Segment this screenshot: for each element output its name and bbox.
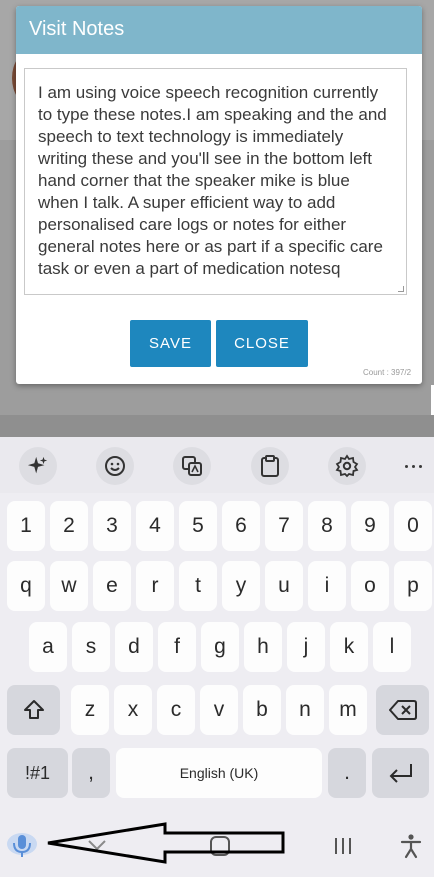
key-e[interactable]: e xyxy=(93,561,131,611)
key-w[interactable]: w xyxy=(50,561,88,611)
key-9[interactable]: 9 xyxy=(351,501,389,551)
visit-notes-dialog: Visit Notes I am using voice speech reco… xyxy=(16,6,422,384)
key-5[interactable]: 5 xyxy=(179,501,217,551)
period-key[interactable]: . xyxy=(328,748,366,798)
key-0[interactable]: 0 xyxy=(394,501,432,551)
key-4[interactable]: 4 xyxy=(136,501,174,551)
resize-handle[interactable] xyxy=(398,286,404,292)
microphone-icon[interactable] xyxy=(4,830,40,862)
key-8[interactable]: 8 xyxy=(308,501,346,551)
key-b[interactable]: b xyxy=(243,685,281,735)
more-icon[interactable] xyxy=(395,447,431,485)
close-button[interactable]: CLOSE xyxy=(216,320,308,367)
key-n[interactable]: n xyxy=(286,685,324,735)
key-k[interactable]: k xyxy=(330,622,368,672)
enter-icon xyxy=(389,764,412,783)
key-c[interactable]: c xyxy=(157,685,195,735)
key-d[interactable]: d xyxy=(115,622,153,672)
keyboard-toolbar xyxy=(0,437,434,493)
key-7[interactable]: 7 xyxy=(265,501,303,551)
character-count: Count : 397/2 xyxy=(363,368,412,377)
onscreen-keyboard: 1 2 3 4 5 6 7 8 9 0 q w e r t y u i o p … xyxy=(0,437,434,877)
backspace-icon xyxy=(388,700,417,720)
shift-key[interactable] xyxy=(7,685,60,735)
key-h[interactable]: h xyxy=(244,622,282,672)
enter-key[interactable] xyxy=(372,748,429,798)
home-icon[interactable] xyxy=(205,832,235,860)
recents-icon[interactable] xyxy=(328,832,358,860)
save-button[interactable]: SAVE xyxy=(130,320,211,367)
symbols-key[interactable]: !#1 xyxy=(7,748,68,798)
notes-textarea[interactable]: I am using voice speech recognition curr… xyxy=(24,68,407,295)
settings-icon[interactable] xyxy=(328,447,366,485)
keyboard-hide-icon[interactable] xyxy=(82,832,112,858)
key-t[interactable]: t xyxy=(179,561,217,611)
key-p[interactable]: p xyxy=(394,561,432,611)
key-f[interactable]: f xyxy=(158,622,196,672)
key-s[interactable]: s xyxy=(72,622,110,672)
key-a[interactable]: a xyxy=(29,622,67,672)
key-i[interactable]: i xyxy=(308,561,346,611)
key-6[interactable]: 6 xyxy=(222,501,260,551)
key-x[interactable]: x xyxy=(114,685,152,735)
shift-icon xyxy=(23,700,44,719)
key-m[interactable]: m xyxy=(329,685,367,735)
translate-icon[interactable] xyxy=(173,447,211,485)
key-q[interactable]: q xyxy=(7,561,45,611)
key-y[interactable]: y xyxy=(222,561,260,611)
key-u[interactable]: u xyxy=(265,561,303,611)
key-j[interactable]: j xyxy=(287,622,325,672)
key-r[interactable]: r xyxy=(136,561,174,611)
comma-key[interactable]: , xyxy=(72,748,110,798)
dialog-title: Visit Notes xyxy=(16,6,422,54)
accessibility-icon[interactable] xyxy=(396,832,426,860)
navigation-bar xyxy=(0,822,434,877)
key-v[interactable]: v xyxy=(200,685,238,735)
backspace-key[interactable] xyxy=(376,685,429,735)
background-strip xyxy=(0,415,434,437)
key-g[interactable]: g xyxy=(201,622,239,672)
space-key[interactable]: English (UK) xyxy=(116,748,322,798)
key-l[interactable]: l xyxy=(373,622,411,672)
key-2[interactable]: 2 xyxy=(50,501,88,551)
sparkle-icon[interactable] xyxy=(19,447,57,485)
emoji-icon[interactable] xyxy=(96,447,134,485)
key-1[interactable]: 1 xyxy=(7,501,45,551)
key-3[interactable]: 3 xyxy=(93,501,131,551)
key-z[interactable]: z xyxy=(71,685,109,735)
clipboard-icon[interactable] xyxy=(251,447,289,485)
notes-text: I am using voice speech recognition curr… xyxy=(38,83,387,278)
key-o[interactable]: o xyxy=(351,561,389,611)
